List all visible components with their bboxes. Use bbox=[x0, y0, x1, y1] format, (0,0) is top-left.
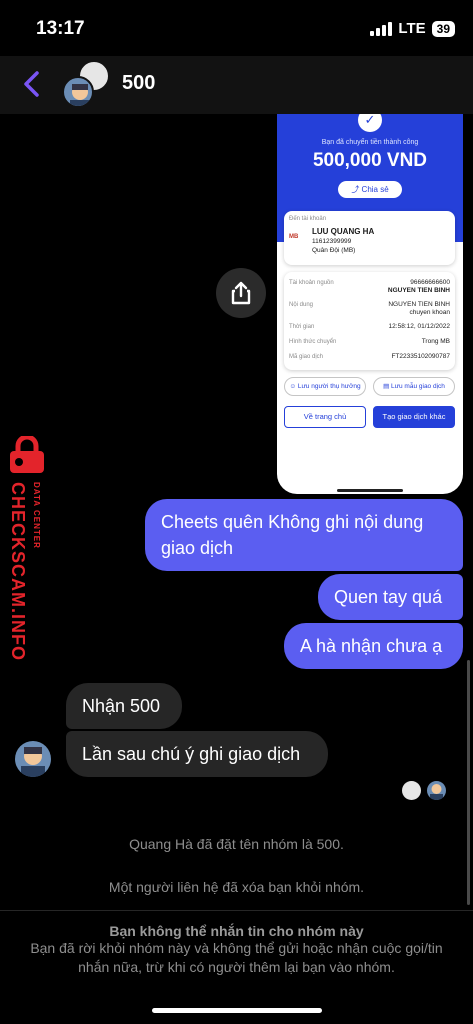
status-time: 13:17 bbox=[36, 18, 85, 39]
detail-value: 12:58:12, 01/12/2022 bbox=[388, 323, 450, 330]
receipt-home-indicator bbox=[337, 489, 403, 492]
lock-icon bbox=[4, 434, 50, 474]
group-avatar[interactable] bbox=[62, 60, 112, 110]
detail-label: Hình thức chuyển bbox=[289, 339, 337, 345]
footer-title: Bạn không thể nhắn tin cho nhóm này bbox=[109, 923, 364, 939]
recipient-card: Đến tài khoản MB LUU QUANG HA 1161239999… bbox=[284, 211, 455, 265]
detail-label: Thời gian bbox=[289, 324, 315, 330]
receipt-share-label: Chia sẻ bbox=[361, 185, 389, 194]
sent-message[interactable]: A hà nhận chưa ạ bbox=[284, 623, 463, 669]
detail-label: Nội dung bbox=[289, 302, 314, 308]
transfer-receipt-image[interactable]: ✓ Bạn đã chuyển tiền thành công 500,000 … bbox=[277, 114, 463, 494]
received-message[interactable]: Nhận 500 bbox=[66, 683, 182, 729]
detail-value: NGUYEN TIEN BINH bbox=[387, 287, 450, 294]
receipt-home-button: Về trang chủ bbox=[284, 406, 366, 428]
transaction-details-card: Tài khoản nguồn 96666666600 NGUYEN TIEN … bbox=[284, 272, 455, 370]
detail-value: 96666666600 bbox=[410, 279, 450, 286]
signal-icon bbox=[370, 21, 393, 36]
detail-value: FT22335102090787 bbox=[391, 353, 450, 360]
to-account-label: Đến tài khoản bbox=[289, 216, 327, 222]
receipt-heading: Bạn đã chuyển tiền thành công bbox=[321, 139, 419, 146]
avatar bbox=[62, 76, 94, 108]
seen-avatar bbox=[427, 781, 446, 800]
save-beneficiary-pill: ☺ Lưu người thụ hưởng bbox=[284, 377, 366, 396]
share-icon[interactable] bbox=[216, 268, 266, 318]
receipt-share-button: ⤴ Chia sẻ bbox=[338, 181, 402, 198]
scrollbar[interactable] bbox=[467, 660, 470, 905]
detail-value: NGUYEN TIEN BINH bbox=[388, 301, 450, 308]
detail-label: Tài khoản nguồn bbox=[289, 280, 334, 286]
receipt-amount: 500,000 VND bbox=[312, 150, 428, 171]
system-notice: Một người liên hệ đã xóa bạn khỏi nhóm. bbox=[108, 879, 365, 895]
check-icon: ✓ bbox=[358, 114, 382, 132]
battery-icon: 39 bbox=[431, 20, 455, 37]
system-notice: Quang Hà đã đặt tên nhóm là 500. bbox=[129, 836, 344, 852]
status-bar: 13:17 LTE 39 bbox=[0, 0, 473, 56]
detail-value: Trong MB bbox=[421, 338, 450, 345]
cannot-message-footer: Bạn không thể nhắn tin cho nhóm này Bạn … bbox=[0, 910, 473, 1024]
save-beneficiary-label: Lưu người thụ hưởng bbox=[297, 383, 361, 390]
sent-message[interactable]: Quen tay quá bbox=[318, 574, 463, 620]
bank-logo: MB bbox=[289, 234, 299, 240]
detail-value: chuyen khoan bbox=[409, 309, 450, 316]
seen-avatar bbox=[402, 781, 421, 800]
detail-label: Mã giao dịch bbox=[289, 354, 324, 360]
sent-message[interactable]: Cheets quên Không ghi nội dung giao dịch bbox=[145, 499, 463, 571]
received-message[interactable]: Lần sau chú ý ghi giao dịch bbox=[66, 731, 328, 777]
network-label: LTE bbox=[398, 20, 426, 37]
save-template-label: Lưu mẫu giao dịch bbox=[391, 383, 445, 390]
recipient-bank: Quân Đội (MB) bbox=[312, 247, 356, 254]
chevron-left-icon[interactable] bbox=[20, 70, 44, 98]
home-indicator[interactable] bbox=[152, 1008, 322, 1013]
status-icons: LTE 39 bbox=[370, 20, 455, 37]
save-template-pill: ▤ Lưu mẫu giao dịch bbox=[373, 377, 455, 396]
watermark-sub: DATA CENTER bbox=[32, 482, 41, 549]
chat-header: 500 bbox=[0, 56, 473, 114]
watermark-brand: CHECKSCAM.INFO bbox=[8, 482, 28, 661]
recipient-name: LUU QUANG HA bbox=[312, 227, 375, 236]
chat-title[interactable]: 500 bbox=[122, 72, 155, 95]
recipient-account: 11612399999 bbox=[312, 238, 352, 245]
receipt-new-transaction-button: Tạo giao dịch khác bbox=[373, 406, 455, 428]
avatar[interactable] bbox=[15, 741, 51, 777]
footer-body: Bạn đã rời khỏi nhóm này và không thể gử… bbox=[30, 940, 443, 975]
